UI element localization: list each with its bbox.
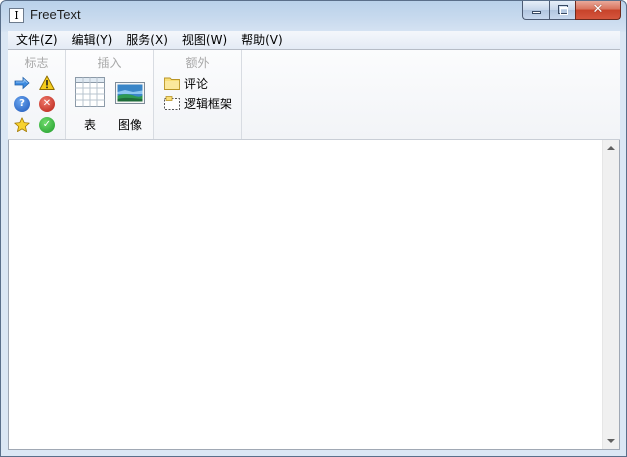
close-icon: ✕ <box>592 2 604 17</box>
check-icon[interactable]: ✓ <box>39 117 55 133</box>
maximize-button[interactable] <box>549 1 575 20</box>
menu-file[interactable]: 文件(Z) <box>9 31 65 50</box>
image-icon[interactable] <box>115 82 145 104</box>
warning-icon[interactable] <box>39 75 55 91</box>
help-icon[interactable]: ? <box>14 96 30 112</box>
menu-edit[interactable]: 编辑(Y) <box>65 31 120 50</box>
close-button[interactable]: ✕ <box>575 1 621 20</box>
extra-group: 额外 评论 逻辑框架 <box>154 50 242 139</box>
logical-frame-label: 逻辑框架 <box>184 96 233 111</box>
menu-view[interactable]: 视图(W) <box>175 31 234 50</box>
maximize-icon <box>558 5 568 15</box>
menu-services[interactable]: 服务(X) <box>119 31 175 50</box>
flags-group: 标志 ? ✕ ✓ <box>8 50 66 139</box>
image-button-label[interactable]: 图像 <box>110 116 150 133</box>
insert-group-label: 插入 <box>97 56 122 70</box>
app-icon[interactable]: I <box>9 8 24 23</box>
extra-group-label: 额外 <box>185 56 210 70</box>
table-button-label[interactable]: 表 <box>75 116 105 133</box>
scroll-down-icon[interactable] <box>607 439 615 443</box>
comment-button[interactable]: 评论 <box>164 74 208 92</box>
document-editor[interactable] <box>8 140 620 450</box>
insert-group: 插入 表 图像 <box>66 50 154 139</box>
table-icon[interactable] <box>75 77 105 107</box>
logical-frame-button[interactable]: 逻辑框架 <box>164 94 232 112</box>
frame-icon <box>164 96 180 110</box>
minimize-button[interactable] <box>522 1 549 20</box>
window-title: FreeText <box>30 7 81 22</box>
scroll-up-icon[interactable] <box>607 146 615 150</box>
title-bar[interactable]: I FreeText ✕ <box>1 1 626 30</box>
star-icon[interactable] <box>14 117 30 133</box>
menu-help[interactable]: 帮助(V) <box>234 31 290 50</box>
menu-bar: 文件(Z) 编辑(Y) 服务(X) 视图(W) 帮助(V) <box>8 31 620 50</box>
arrow-right-icon[interactable] <box>14 75 30 91</box>
folder-icon <box>164 77 180 90</box>
minimize-icon <box>532 11 541 14</box>
comment-label: 评论 <box>184 76 209 91</box>
error-icon[interactable]: ✕ <box>39 96 55 112</box>
ribbon-toolbar: 标志 ? ✕ ✓ 插入 表 图像 额外 评论 逻辑框架 <box>8 50 620 140</box>
flags-group-label: 标志 <box>24 56 49 70</box>
app-window: I FreeText ✕ 文件(Z) 编辑(Y) 服务(X) 视图(W) 帮助(… <box>0 0 627 457</box>
vertical-scrollbar[interactable] <box>602 140 619 449</box>
caption-buttons: ✕ <box>522 1 621 20</box>
